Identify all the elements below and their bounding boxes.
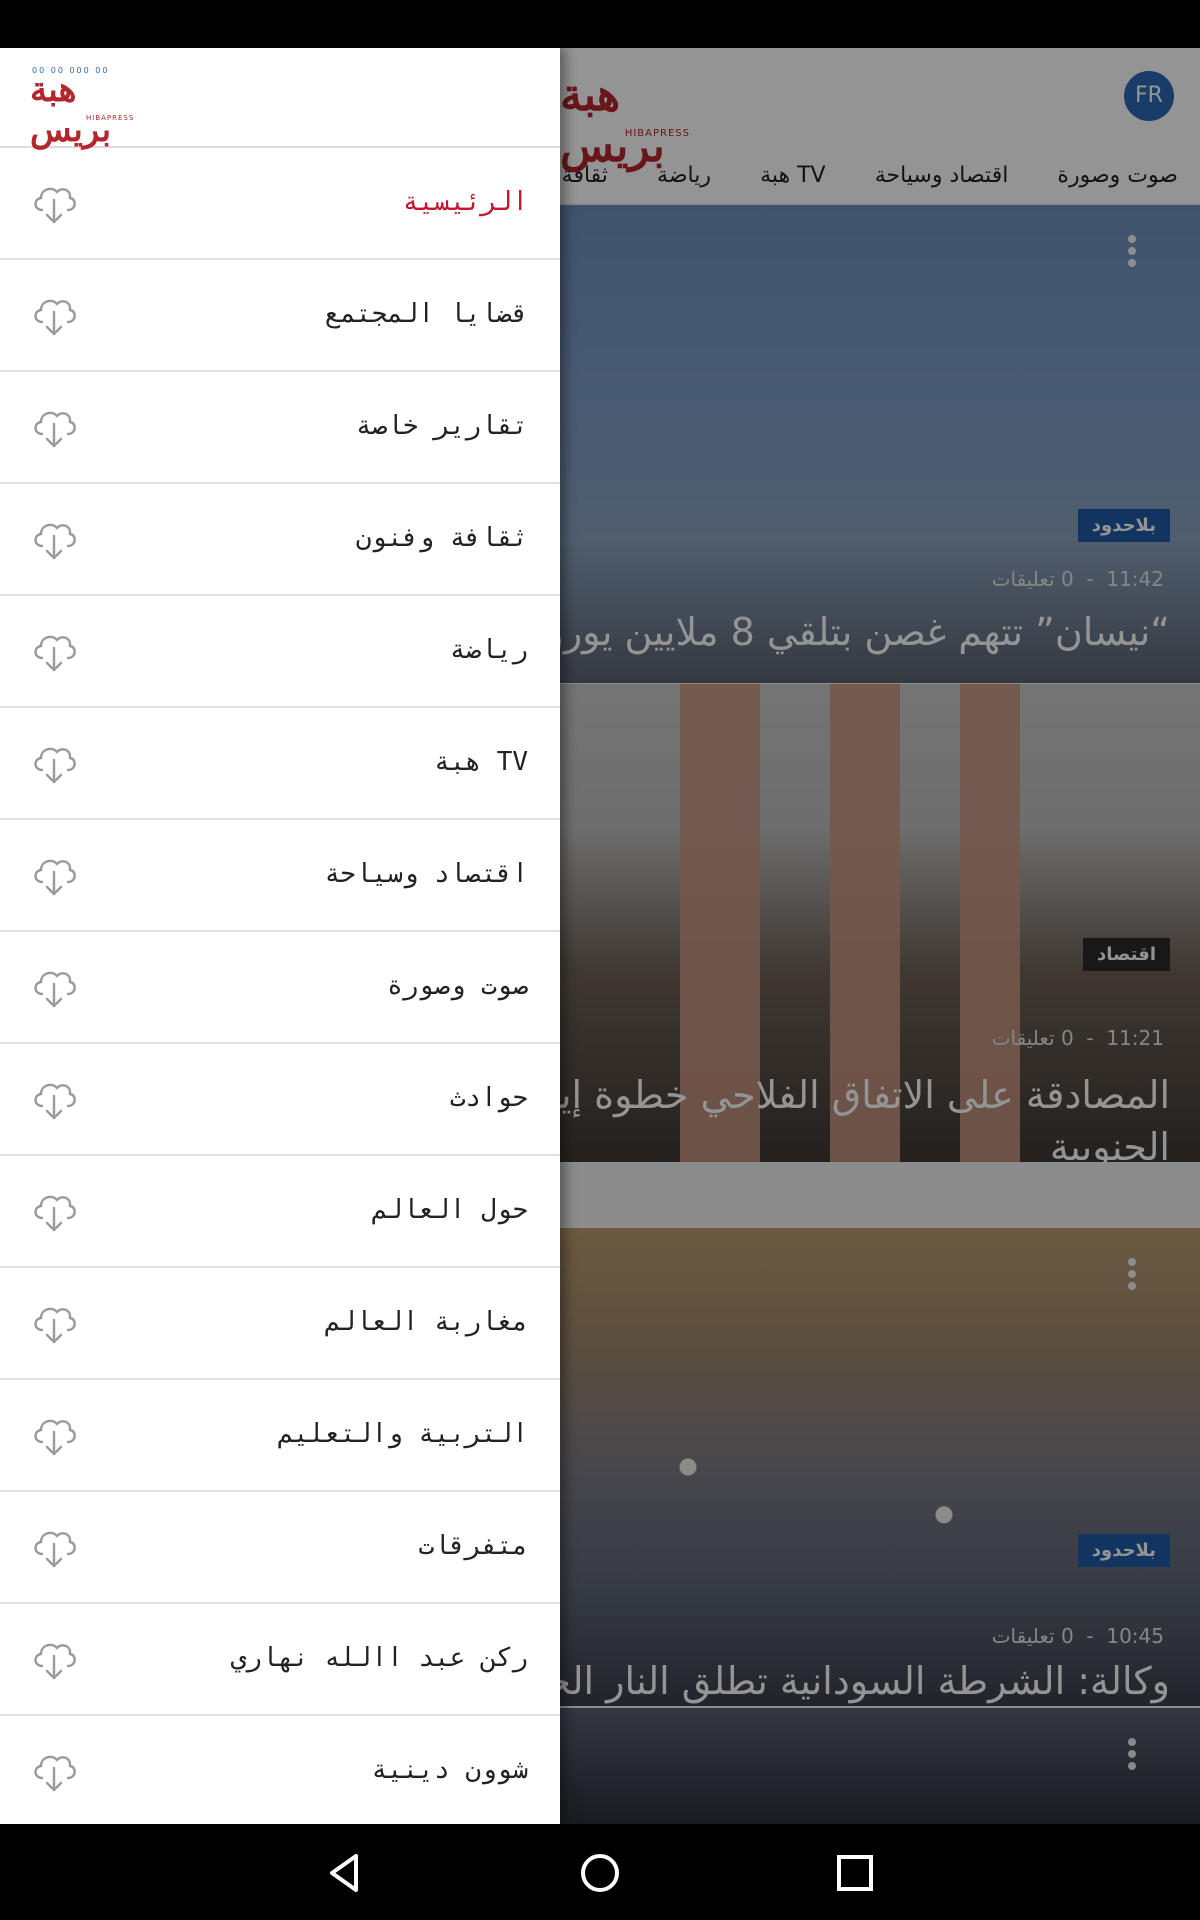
cloud-download-icon[interactable] (30, 628, 78, 674)
drawer-menu-item[interactable]: الرئيسية (0, 148, 560, 260)
drawer-menu-item-label: TV هبة (434, 747, 528, 777)
back-icon[interactable] (320, 1848, 370, 1898)
logo-text: هبة بريس (30, 70, 112, 150)
drawer-menu-item[interactable]: رياضة (0, 596, 560, 708)
recents-icon[interactable] (830, 1848, 880, 1898)
cloud-download-icon[interactable] (30, 1524, 78, 1570)
drawer-menu-item[interactable]: تقارير خاصة (0, 372, 560, 484)
cloud-download-icon[interactable] (30, 292, 78, 338)
system-nav-bar (0, 1824, 1200, 1920)
drawer-menu-item[interactable]: قضايا المجتمع (0, 260, 560, 372)
drawer-menu-item[interactable]: مغاربة العالم (0, 1268, 560, 1380)
cloud-download-icon[interactable] (30, 1300, 78, 1346)
drawer-menu-item-label: الرئيسية (402, 187, 528, 217)
cloud-download-icon[interactable] (30, 1076, 78, 1122)
cloud-download-icon[interactable] (30, 516, 78, 562)
drawer-menu-item[interactable]: ثقافة وفنون (0, 484, 560, 596)
drawer-menu-item-label: مغاربة العالم (324, 1307, 529, 1337)
drawer-menu-item[interactable]: حول العالم (0, 1156, 560, 1268)
cloud-download-icon[interactable] (30, 1636, 78, 1682)
status-bar (0, 0, 1200, 48)
drawer-menu-item-label: حول العالم (371, 1195, 528, 1225)
cloud-download-icon[interactable] (30, 1412, 78, 1458)
cloud-download-icon[interactable] (30, 852, 78, 898)
drawer-menu-item[interactable]: متفرقات (0, 1492, 560, 1604)
drawer-header: 00 00 000 00 هبة بريس HIBAPRESS (0, 48, 560, 150)
drawer-menu-item[interactable]: التربية والتعليم (0, 1380, 560, 1492)
cloud-download-icon[interactable] (30, 1188, 78, 1234)
cloud-download-icon[interactable] (30, 740, 78, 786)
cloud-download-icon[interactable] (30, 404, 78, 450)
drawer-menu-item-label: التربية والتعليم (277, 1419, 528, 1449)
cloud-download-icon[interactable] (30, 964, 78, 1010)
home-icon[interactable] (575, 1848, 625, 1898)
drawer-menu-item-label: ركن عبد االله نهاري (230, 1643, 528, 1673)
cloud-download-icon[interactable] (30, 180, 78, 226)
drawer-menu-item-label: صوت وصورة (387, 971, 528, 1001)
cloud-download-icon[interactable] (30, 1748, 78, 1794)
drawer-menu-item-label: اقتصاد وسياحة (324, 859, 529, 889)
navigation-drawer: 00 00 000 00 هبة بريس HIBAPRESS الرئيسية… (0, 48, 560, 1824)
drawer-menu-item-label: تقارير خاصة (355, 411, 528, 441)
logo-subtext: HIBAPRESS (86, 114, 135, 122)
drawer-menu-item-label: رياضة (449, 635, 528, 665)
drawer-menu-item-label: متفرقات (418, 1531, 528, 1561)
drawer-menu-item[interactable]: حوادث (0, 1044, 560, 1156)
drawer-menu-item[interactable]: ركن عبد االله نهاري (0, 1604, 560, 1716)
app-screen: هبة بريس HIBAPRESS FR صوت وصورة اقتصاد و… (0, 48, 1200, 1824)
drawer-menu-item[interactable]: شوون دينية (0, 1716, 560, 1824)
drawer-menu-item-label: ثقافة وفنون (355, 523, 528, 553)
drawer-menu-item[interactable]: اقتصاد وسياحة (0, 820, 560, 932)
drawer-menu-item-label: شوون دينية (371, 1755, 528, 1785)
drawer-menu-item[interactable]: TV هبة (0, 708, 560, 820)
drawer-menu-item-label: حوادث (449, 1083, 528, 1113)
drawer-menu-item-label: قضايا المجتمع (324, 299, 529, 329)
drawer-menu-item[interactable]: صوت وصورة (0, 932, 560, 1044)
drawer-logo: 00 00 000 00 هبة بريس HIBAPRESS (30, 66, 160, 150)
drawer-menu: الرئيسية قضايا المجتمع تقارير خاصة ثقافة وف… (0, 148, 560, 1824)
